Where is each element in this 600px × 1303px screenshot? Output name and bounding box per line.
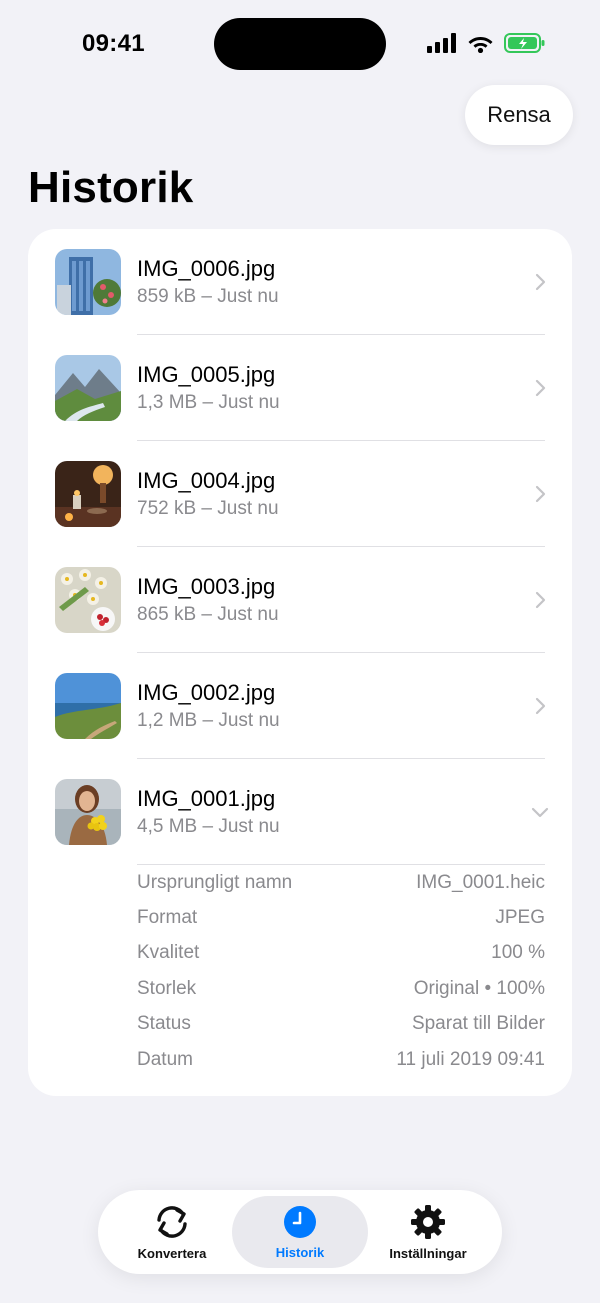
file-meta: 752 kB – Just nu	[137, 498, 279, 519]
history-row[interactable]: IMG_0006.jpg 859 kB – Just nu	[28, 229, 572, 335]
detail-original-name: Ursprungligt namn IMG_0001.heic	[137, 865, 545, 900]
tab-convert[interactable]: Konvertera	[104, 1196, 240, 1268]
mountain-icon	[55, 355, 121, 421]
chevron-right-icon	[535, 697, 546, 715]
chevron-right-icon	[535, 485, 546, 503]
candle-icon	[55, 461, 121, 527]
battery-icon	[504, 33, 545, 53]
coast-icon	[55, 673, 121, 739]
tab-label: Historik	[275, 1244, 325, 1260]
convert-icon	[157, 1205, 187, 1238]
history-row-expanded[interactable]: IMG_0001.jpg 4,5 MB – Just nu	[28, 759, 572, 865]
detail-label: Ursprungligt namn	[137, 871, 293, 893]
status-icons	[427, 32, 546, 54]
detail-label: Kvalitet	[137, 942, 200, 964]
file-meta: 859 kB – Just nu	[137, 286, 279, 307]
file-name: IMG_0003.jpg	[137, 574, 276, 599]
file-meta: 4,5 MB – Just nu	[137, 816, 280, 837]
chevron-right-icon	[535, 591, 546, 609]
clock-icon	[284, 1205, 316, 1238]
details-panel: Ursprungligt namn IMG_0001.heic Format J…	[137, 865, 545, 1077]
detail-quality: Kvalitet 100 %	[137, 936, 545, 971]
detail-size: Storlek Original • 100%	[137, 971, 545, 1006]
history-row[interactable]: IMG_0005.jpg 1,3 MB – Just nu	[28, 335, 572, 441]
chevron-right-icon	[535, 379, 546, 397]
file-name: IMG_0005.jpg	[137, 362, 276, 387]
status-time: 09:41	[82, 30, 145, 57]
building-icon	[55, 249, 121, 315]
detail-value: IMG_0001.heic	[416, 871, 545, 893]
tab-label: Inställningar	[389, 1245, 467, 1261]
history-row[interactable]: IMG_0002.jpg 1,2 MB – Just nu	[28, 653, 572, 759]
detail-format: Format JPEG	[137, 900, 545, 935]
history-list: IMG_0006.jpg 859 kB – Just nu IMG_0005.j…	[28, 229, 572, 1096]
file-meta: 865 kB – Just nu	[137, 604, 279, 625]
history-screen: 09:41 Rensa Historik IMG_0006.jpg 859 kB…	[0, 0, 600, 1303]
detail-value: Original • 100%	[413, 977, 545, 999]
file-meta: 1,2 MB – Just nu	[137, 710, 280, 731]
file-name: IMG_0004.jpg	[137, 468, 276, 493]
file-name: IMG_0002.jpg	[137, 680, 276, 705]
file-meta: 1,3 MB – Just nu	[137, 392, 280, 413]
history-row[interactable]: IMG_0004.jpg 752 kB – Just nu	[28, 441, 572, 547]
tab-label: Konvertera	[137, 1245, 207, 1261]
signal-icon	[427, 33, 456, 53]
detail-label: Datum	[137, 1048, 193, 1070]
tab-history[interactable]: Historik	[232, 1196, 368, 1268]
page-title: Historik	[28, 163, 194, 212]
file-name: IMG_0006.jpg	[137, 256, 276, 281]
flowers-icon	[55, 567, 121, 633]
detail-date: Datum 11 juli 2019 09:41	[137, 1042, 545, 1077]
detail-label: Format	[137, 907, 198, 929]
chevron-down-icon	[531, 807, 549, 818]
detail-label: Status	[137, 1013, 191, 1035]
detail-value: Sparat till Bilder	[411, 1013, 545, 1035]
history-row[interactable]: IMG_0003.jpg 865 kB – Just nu	[28, 547, 572, 653]
file-name: IMG_0001.jpg	[137, 786, 276, 811]
portrait-icon	[55, 779, 121, 845]
gear-icon	[411, 1204, 445, 1239]
detail-status: Status Sparat till Bilder	[137, 1007, 545, 1042]
detail-label: Storlek	[137, 977, 197, 999]
tab-bar: Konvertera Historik Inställningar	[98, 1190, 502, 1274]
chevron-right-icon	[535, 273, 546, 291]
detail-value: JPEG	[495, 907, 545, 929]
detail-value: 100 %	[491, 942, 545, 964]
detail-value: 11 juli 2019 09:41	[396, 1048, 545, 1070]
dynamic-island	[214, 18, 386, 70]
clear-button[interactable]: Rensa	[465, 85, 573, 145]
wifi-icon	[468, 37, 493, 53]
tab-settings[interactable]: Inställningar	[360, 1196, 496, 1268]
